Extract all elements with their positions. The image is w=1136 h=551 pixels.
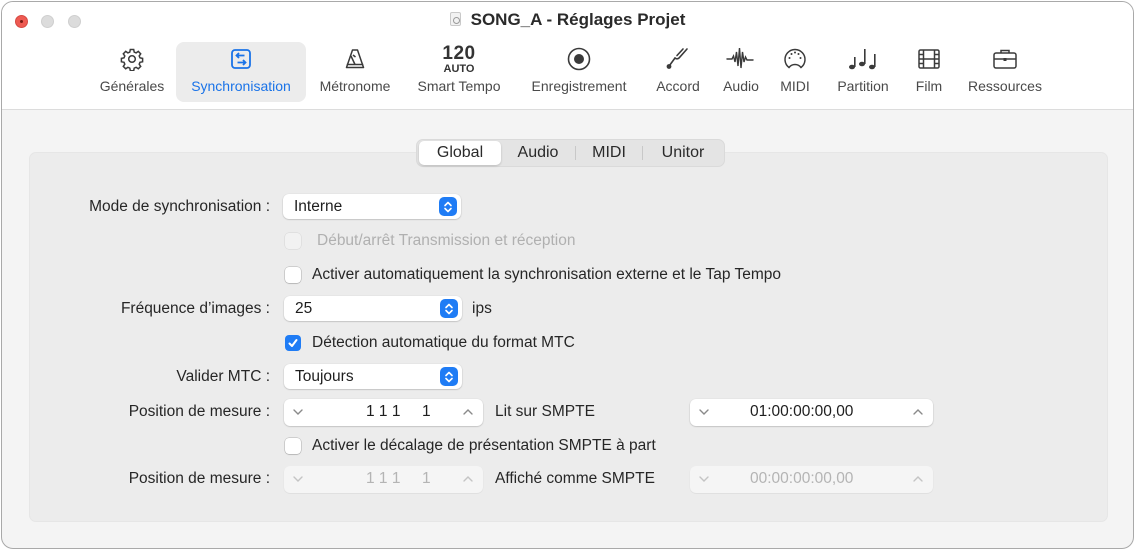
decrement-chevron-icon[interactable] xyxy=(696,472,712,486)
toolbar-item-label: Synchronisation xyxy=(191,78,291,94)
title-bar: SONG_A - Réglages Projet Générales Synch… xyxy=(2,2,1133,110)
bar-position-label: Position de mesure : xyxy=(128,403,270,420)
reads-smpte-label: Lit sur SMPTE xyxy=(495,403,595,420)
bar-position-display-value: 1 1 1 1 xyxy=(366,470,431,487)
metronome-icon xyxy=(343,42,367,76)
toolbar-item-partition[interactable]: Partition xyxy=(825,42,901,102)
toolbar-item-smart-tempo[interactable]: 120 AUTO Smart Tempo xyxy=(406,42,512,102)
sync-mode-value: Interne xyxy=(294,197,343,215)
toolbar-item-ressources[interactable]: Ressources xyxy=(957,42,1053,102)
toolbar-item-label: Film xyxy=(915,78,943,94)
increment-chevron-icon[interactable] xyxy=(910,405,926,419)
toolbar-item-label: Smart Tempo xyxy=(417,78,501,94)
tuning-fork-icon xyxy=(665,42,691,76)
toolbar-item-film[interactable]: Film xyxy=(906,42,952,102)
sync-mode-popup[interactable]: Interne xyxy=(283,194,461,219)
auto-external-sync-label: Activer automatiquement la synchronisati… xyxy=(312,266,781,283)
increment-chevron-icon[interactable] xyxy=(460,472,476,486)
transmit-start-stop-row: Début/arrêt Transmission et réception xyxy=(285,232,575,250)
auto-external-sync-checkbox[interactable] xyxy=(285,267,301,283)
tab-bar: Global Audio MIDI Unitor xyxy=(416,139,725,167)
film-icon xyxy=(917,42,941,76)
bar-position-field[interactable]: 1 1 1 1 xyxy=(284,399,483,426)
tempo-readout: 120 AUTO xyxy=(442,42,475,76)
smpte-display-field[interactable]: 00:00:00:00,00 xyxy=(690,466,933,493)
toolbar-item-label: Partition xyxy=(837,78,889,94)
toolbar-item-synchronisation[interactable]: Synchronisation xyxy=(176,42,306,102)
bar-position-display-label: Position de mesure : xyxy=(128,470,270,487)
bar-position-value: 1 1 1 1 xyxy=(366,403,431,420)
validate-mtc-popup[interactable]: Toujours xyxy=(284,364,462,389)
checkmark-icon xyxy=(288,339,298,347)
document-icon xyxy=(449,12,461,26)
tab-unitor[interactable]: Unitor xyxy=(643,141,723,165)
transmit-start-stop-checkbox[interactable] xyxy=(285,233,301,249)
increment-chevron-icon[interactable] xyxy=(910,472,926,486)
toolbar-item-label: MIDI xyxy=(780,78,810,94)
midi-port-icon xyxy=(782,42,808,76)
toolbar-item-enregistrement[interactable]: Enregistrement xyxy=(520,42,638,102)
toolbar-item-label: Audio xyxy=(723,78,759,94)
separate-smpte-offset-label: Activer le décalage de présentation SMPT… xyxy=(312,437,656,454)
bar-position-display-field[interactable]: 1 1 1 1 xyxy=(284,466,483,493)
toolbar-item-generales[interactable]: Générales xyxy=(94,42,170,102)
smpte-position-value: 01:00:00:00,00 xyxy=(750,403,854,420)
briefcase-icon xyxy=(992,42,1018,76)
toolbar-item-accord[interactable]: Accord xyxy=(647,42,709,102)
sync-mode-label: Mode de synchronisation : xyxy=(89,198,270,215)
validate-mtc-label: Valider MTC : xyxy=(176,368,270,385)
decrement-chevron-icon[interactable] xyxy=(290,472,306,486)
decrement-chevron-icon[interactable] xyxy=(696,405,712,419)
auto-mtc-detect-checkbox[interactable] xyxy=(285,335,301,351)
record-icon xyxy=(566,42,592,76)
window-title: SONG_A - Réglages Projet xyxy=(2,10,1133,30)
waveform-icon xyxy=(726,42,756,76)
toolbar-item-label: Générales xyxy=(99,78,165,94)
tab-midi[interactable]: MIDI xyxy=(576,141,642,165)
music-notes-icon xyxy=(848,42,878,76)
tab-audio[interactable]: Audio xyxy=(501,141,575,165)
frame-rate-popup[interactable]: 25 xyxy=(284,296,462,321)
smpte-position-field[interactable]: 01:00:00:00,00 xyxy=(690,399,933,426)
validate-mtc-value: Toujours xyxy=(295,367,354,385)
tempo-mode: AUTO xyxy=(443,62,475,75)
transmit-start-stop-label: Début/arrêt Transmission et réception xyxy=(317,232,576,249)
toolbar-item-label: Métronome xyxy=(319,78,391,94)
frame-rate-value: 25 xyxy=(295,299,313,317)
sync-icon xyxy=(230,42,252,76)
toolbar-item-audio[interactable]: Audio xyxy=(715,42,767,102)
gear-icon xyxy=(120,42,144,76)
smpte-display-value: 00:00:00:00,00 xyxy=(750,470,854,487)
increment-chevron-icon[interactable] xyxy=(460,405,476,419)
separate-smpte-offset-row: Activer le décalage de présentation SMPT… xyxy=(285,437,656,455)
popup-stepper-icon xyxy=(440,299,458,318)
window-title-text: SONG_A - Réglages Projet xyxy=(470,10,686,29)
tempo-value: 120 xyxy=(442,42,476,64)
toolbar-item-label: Ressources xyxy=(968,78,1042,94)
frame-rate-label: Fréquence d’images : xyxy=(120,300,270,317)
tab-global[interactable]: Global xyxy=(419,141,501,165)
displayed-as-smpte-label: Affiché comme SMPTE xyxy=(495,470,655,487)
auto-external-sync-row: Activer automatiquement la synchronisati… xyxy=(285,266,781,284)
auto-mtc-detect-row: Détection automatique du format MTC xyxy=(285,334,575,352)
project-settings-window: SONG_A - Réglages Projet Générales Synch… xyxy=(1,1,1134,549)
toolbar-item-label: Enregistrement xyxy=(531,78,627,94)
toolbar-item-metronome[interactable]: Métronome xyxy=(311,42,399,102)
frame-rate-unit: ips xyxy=(472,300,492,317)
auto-mtc-detect-label: Détection automatique du format MTC xyxy=(312,334,575,351)
popup-stepper-icon xyxy=(439,197,457,216)
popup-stepper-icon xyxy=(440,367,458,386)
decrement-chevron-icon[interactable] xyxy=(290,405,306,419)
toolbar-item-label: Accord xyxy=(656,78,700,94)
separate-smpte-offset-checkbox[interactable] xyxy=(285,438,301,454)
toolbar-item-midi[interactable]: MIDI xyxy=(773,42,817,102)
